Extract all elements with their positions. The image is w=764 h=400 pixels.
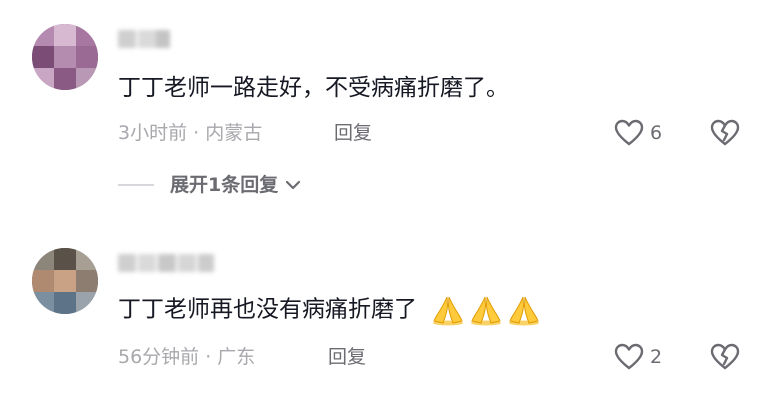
divider-line xyxy=(118,184,154,186)
username-blurred[interactable] xyxy=(118,30,170,48)
like-button[interactable]: 6 xyxy=(614,119,662,147)
comment-text: 丁丁老师一路走好，不受病痛折磨了。 xyxy=(118,75,509,101)
dislike-button[interactable] xyxy=(709,343,741,375)
folded-hands-emoji xyxy=(509,296,540,326)
comment-item: 丁丁老师一路走好，不受病痛折磨了。 3小时前 · 内蒙古 回复 6 展开1条回复 xyxy=(0,0,764,200)
emoji-group xyxy=(430,294,544,326)
comment-meta: 3小时前 · 内蒙古 xyxy=(118,122,263,144)
broken-heart-icon xyxy=(710,119,740,146)
comment-item: 丁丁老师再也没有病痛折磨了 56分钟前 · 广东 回复 2 xyxy=(0,230,764,400)
heart-outline-icon xyxy=(614,343,644,370)
like-button[interactable]: 2 xyxy=(614,343,662,371)
folded-hands-emoji xyxy=(471,296,502,326)
like-count: 6 xyxy=(650,122,663,144)
comment-meta: 56分钟前 · 广东 xyxy=(118,346,256,368)
broken-heart-icon xyxy=(710,343,740,370)
dislike-button[interactable] xyxy=(709,119,741,151)
comment-text-content: 丁丁老师再也没有病痛折磨了 xyxy=(118,296,417,323)
expand-replies[interactable]: 展开1条回复 xyxy=(118,172,302,198)
avatar[interactable] xyxy=(32,24,98,90)
avatar[interactable] xyxy=(32,248,98,314)
like-count: 2 xyxy=(650,346,663,368)
username-blurred[interactable] xyxy=(118,254,214,272)
reply-button[interactable]: 回复 xyxy=(334,120,372,146)
reply-button[interactable]: 回复 xyxy=(328,344,366,370)
comment-text: 丁丁老师再也没有病痛折磨了 xyxy=(118,294,544,326)
heart-outline-icon xyxy=(614,119,644,146)
folded-hands-emoji xyxy=(433,296,464,326)
chevron-down-icon xyxy=(286,180,301,190)
expand-replies-label: 展开1条回复 xyxy=(170,174,279,196)
